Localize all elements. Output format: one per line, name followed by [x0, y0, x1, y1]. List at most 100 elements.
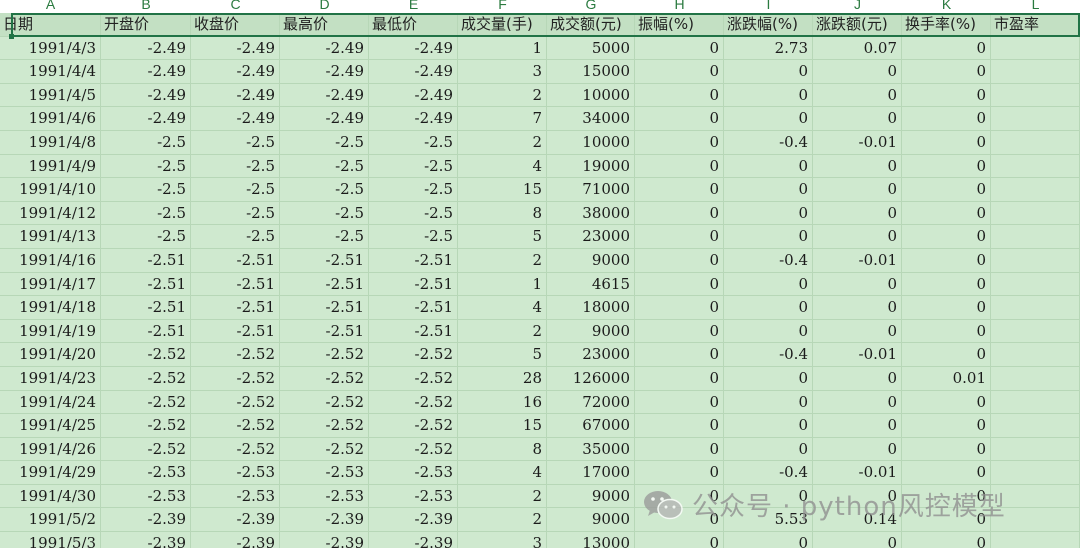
header-cell-open[interactable]: 开盘价: [101, 13, 191, 36]
cell-change[interactable]: -0.01: [813, 248, 902, 272]
cell-amount[interactable]: 4615: [547, 272, 635, 296]
cell-volume[interactable]: 28: [458, 366, 547, 390]
cell-pct-change[interactable]: 0: [724, 178, 813, 201]
column-letter-h[interactable]: H: [635, 0, 724, 13]
cell-amplitude[interactable]: 0: [635, 484, 724, 508]
cell-low[interactable]: -2.53: [369, 461, 458, 484]
cell-close[interactable]: -2.49: [191, 83, 280, 107]
cell-amplitude[interactable]: 0: [635, 366, 724, 390]
column-letter-k[interactable]: K: [902, 0, 991, 13]
cell-amount[interactable]: 34000: [547, 107, 635, 130]
cell-low[interactable]: -2.51: [369, 248, 458, 272]
header-cell-change[interactable]: 涨跌额(元): [813, 13, 902, 36]
cell-close[interactable]: -2.5: [191, 201, 280, 225]
cell-pe[interactable]: [991, 343, 1080, 366]
cell-amount[interactable]: 67000: [547, 414, 635, 437]
cell-low[interactable]: -2.53: [369, 484, 458, 508]
cell-pe[interactable]: [991, 484, 1080, 508]
cell-pct-change[interactable]: 2.73: [724, 36, 813, 60]
cell-change[interactable]: -0.01: [813, 461, 902, 484]
cell-pct-change[interactable]: 0: [724, 390, 813, 414]
cell-close[interactable]: -2.53: [191, 484, 280, 508]
cell-close[interactable]: -2.52: [191, 343, 280, 366]
header-cell-close[interactable]: 收盘价: [191, 13, 280, 36]
cell-volume[interactable]: 4: [458, 154, 547, 178]
cell-pe[interactable]: [991, 107, 1080, 130]
cell-date[interactable]: 1991/4/20: [0, 343, 101, 366]
header-cell-amplitude[interactable]: 振幅(%): [635, 13, 724, 36]
cell-pe[interactable]: [991, 272, 1080, 296]
cell-low[interactable]: -2.39: [369, 532, 458, 548]
column-letter-e[interactable]: E: [369, 0, 458, 13]
cell-change[interactable]: 0: [813, 366, 902, 390]
header-cell-date[interactable]: 日期: [0, 13, 101, 36]
cell-low[interactable]: -2.51: [369, 296, 458, 319]
cell-low[interactable]: -2.5: [369, 154, 458, 178]
cell-high[interactable]: -2.52: [280, 366, 369, 390]
cell-date[interactable]: 1991/4/24: [0, 390, 101, 414]
cell-pe[interactable]: [991, 178, 1080, 201]
cell-date[interactable]: 1991/4/18: [0, 296, 101, 319]
cell-high[interactable]: -2.53: [280, 461, 369, 484]
cell-amount[interactable]: 72000: [547, 390, 635, 414]
cell-date[interactable]: 1991/4/29: [0, 461, 101, 484]
cell-low[interactable]: -2.51: [369, 319, 458, 343]
cell-open[interactable]: -2.5: [101, 130, 191, 154]
cell-volume[interactable]: 2: [458, 248, 547, 272]
cell-pct-change[interactable]: 0: [724, 532, 813, 548]
cell-amount[interactable]: 13000: [547, 532, 635, 548]
cell-amount[interactable]: 35000: [547, 437, 635, 461]
cell-pe[interactable]: [991, 366, 1080, 390]
cell-amount[interactable]: 15000: [547, 60, 635, 83]
cell-change[interactable]: 0: [813, 319, 902, 343]
cell-amplitude[interactable]: 0: [635, 201, 724, 225]
cell-open[interactable]: -2.39: [101, 508, 191, 532]
cell-turnover[interactable]: 0: [902, 248, 991, 272]
cell-amplitude[interactable]: 0: [635, 296, 724, 319]
cell-low[interactable]: -2.39: [369, 508, 458, 532]
cell-close[interactable]: -2.52: [191, 390, 280, 414]
column-letter-b[interactable]: B: [101, 0, 191, 13]
cell-change[interactable]: 0: [813, 532, 902, 548]
cell-amplitude[interactable]: 0: [635, 154, 724, 178]
cell-amount[interactable]: 9000: [547, 319, 635, 343]
cell-high[interactable]: -2.5: [280, 154, 369, 178]
cell-amplitude[interactable]: 0: [635, 437, 724, 461]
cell-turnover[interactable]: 0: [902, 225, 991, 248]
cell-amount[interactable]: 5000: [547, 36, 635, 60]
cell-pe[interactable]: [991, 296, 1080, 319]
cell-date[interactable]: 1991/4/9: [0, 154, 101, 178]
cell-pct-change[interactable]: 0: [724, 83, 813, 107]
cell-date[interactable]: 1991/4/17: [0, 272, 101, 296]
cell-open[interactable]: -2.5: [101, 154, 191, 178]
cell-low[interactable]: -2.49: [369, 83, 458, 107]
cell-amount[interactable]: 18000: [547, 296, 635, 319]
cell-amount[interactable]: 9000: [547, 508, 635, 532]
cell-pct-change[interactable]: -0.4: [724, 343, 813, 366]
cell-date[interactable]: 1991/4/8: [0, 130, 101, 154]
cell-date[interactable]: 1991/4/25: [0, 414, 101, 437]
column-letter-d[interactable]: D: [280, 0, 369, 13]
cell-amount[interactable]: 9000: [547, 484, 635, 508]
cell-high[interactable]: -2.39: [280, 532, 369, 548]
cell-pct-change[interactable]: -0.4: [724, 130, 813, 154]
cell-change[interactable]: 0: [813, 60, 902, 83]
cell-turnover[interactable]: 0: [902, 107, 991, 130]
cell-amplitude[interactable]: 0: [635, 248, 724, 272]
cell-change[interactable]: 0: [813, 154, 902, 178]
cell-pct-change[interactable]: 0: [724, 414, 813, 437]
cell-turnover[interactable]: 0: [902, 154, 991, 178]
cell-amplitude[interactable]: 0: [635, 414, 724, 437]
cell-pct-change[interactable]: 0: [724, 201, 813, 225]
cell-volume[interactable]: 4: [458, 296, 547, 319]
cell-pct-change[interactable]: 0: [724, 272, 813, 296]
column-letter-j[interactable]: J: [813, 0, 902, 13]
cell-amount[interactable]: 10000: [547, 83, 635, 107]
column-letter-f[interactable]: F: [458, 0, 547, 13]
header-cell-low[interactable]: 最低价: [369, 13, 458, 36]
cell-amplitude[interactable]: 0: [635, 36, 724, 60]
cell-low[interactable]: -2.51: [369, 272, 458, 296]
cell-turnover[interactable]: 0: [902, 484, 991, 508]
cell-open[interactable]: -2.53: [101, 461, 191, 484]
cell-change[interactable]: -0.01: [813, 130, 902, 154]
